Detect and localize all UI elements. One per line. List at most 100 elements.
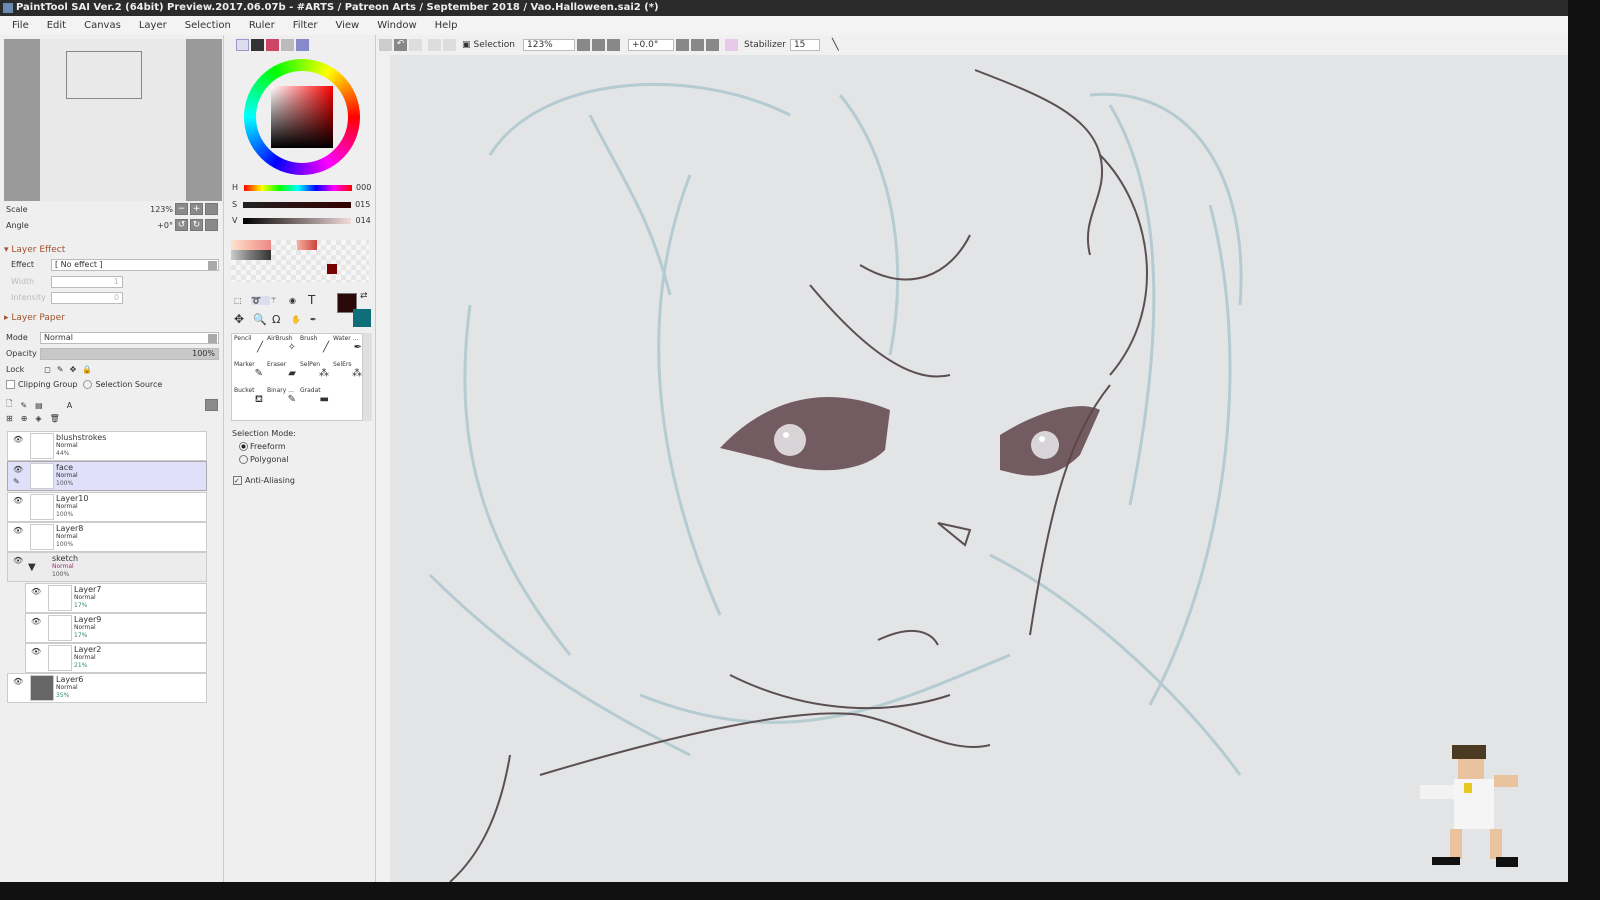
merge-down-icon[interactable]: ⊞ <box>6 414 13 423</box>
zoom-out-button[interactable]: − <box>175 203 188 215</box>
new-layer-set-icon[interactable]: ✎ <box>20 401 27 410</box>
saturation-value-square[interactable] <box>271 86 333 148</box>
tool-eraser[interactable]: Eraser ▰ <box>265 360 298 386</box>
selection-visibility-icon[interactable]: ▣ <box>462 40 471 50</box>
effect-select[interactable]: [ No effect ] <box>51 259 219 271</box>
angle-select[interactable]: +0.0° <box>628 38 674 51</box>
stabilizer-select[interactable]: 15 <box>789 38 820 51</box>
saturation-slider[interactable] <box>243 201 352 208</box>
intensity-field[interactable]: 0 <box>51 292 123 304</box>
layer-item[interactable]: 👁 Layer2 Normal 21% <box>25 643 207 673</box>
delete-layer-icon[interactable]: 🗑 <box>50 414 60 423</box>
tool-pencil[interactable]: Pencil ╱ <box>232 334 265 360</box>
eye-icon[interactable]: 👁 <box>31 647 41 656</box>
freeform-radio[interactable]: Freeform <box>239 442 286 451</box>
layer-item[interactable]: 👁 blushstrokes Normal 44% <box>7 431 207 461</box>
rect-select-icon[interactable]: ⬚ <box>234 296 251 305</box>
tool-gradat[interactable]: Gradat ▬ <box>298 386 331 412</box>
deselect-button[interactable] <box>428 38 441 51</box>
eye-icon[interactable]: 👁 <box>13 435 23 444</box>
tool-bucket[interactable]: Bucket ⛾ <box>232 386 265 412</box>
menu-canvas[interactable]: Canvas <box>84 20 121 31</box>
move-icon[interactable]: ✥ <box>234 312 253 326</box>
menu-file[interactable]: File <box>12 20 29 31</box>
menu-layer[interactable]: Layer <box>139 20 167 31</box>
layer-effect-header[interactable]: ▾ Layer Effect <box>4 245 65 255</box>
layer-item[interactable]: 👁 Layer8 Normal 100% <box>7 522 207 552</box>
hand-icon[interactable]: ✋ <box>291 315 310 324</box>
layer-settings-button[interactable] <box>205 399 218 411</box>
value-slider[interactable] <box>243 217 352 224</box>
rotate-reset-button[interactable] <box>205 219 218 231</box>
menu-filter[interactable]: Filter <box>293 20 318 31</box>
magic-wand-icon[interactable]: ⚚ <box>270 296 289 305</box>
straight-line-icon[interactable]: ╲ <box>832 38 839 51</box>
zoom-in-button[interactable]: + <box>190 203 203 215</box>
menu-edit[interactable]: Edit <box>47 20 66 31</box>
folder-toggle-icon[interactable]: ▼ <box>28 553 52 581</box>
lock-draw-icon[interactable]: ✎ <box>57 365 64 374</box>
redo-button[interactable] <box>409 38 422 51</box>
layer-item[interactable]: 👁 Layer10 Normal 100% <box>7 492 207 522</box>
undo-button[interactable]: ↶ <box>394 38 407 51</box>
swatch-palette[interactable] <box>231 240 369 282</box>
flip-horizontal-button[interactable] <box>725 38 738 51</box>
clipping-checkbox[interactable] <box>6 380 15 389</box>
rgb-slider-tab[interactable] <box>251 39 264 51</box>
menu-view[interactable]: View <box>335 20 359 31</box>
rotate-cw-toolbar-button[interactable] <box>691 38 704 51</box>
menu-window[interactable]: Window <box>377 20 416 31</box>
secondary-color-swatch[interactable] <box>353 309 371 327</box>
eye-icon[interactable]: 👁 <box>31 617 41 626</box>
scale-value[interactable]: 123% <box>28 205 173 214</box>
rotate-right-button[interactable]: ↻ <box>190 219 203 231</box>
tool-selers[interactable]: SelErs ⁂ <box>331 360 364 386</box>
hue-slider[interactable] <box>244 184 353 191</box>
eye-icon[interactable]: 👁 <box>13 496 23 505</box>
zoom-select[interactable]: 123% <box>523 38 575 51</box>
anti-aliasing-checkbox[interactable]: ✓ Anti-Aliasing <box>233 476 295 485</box>
tool-airbrush[interactable]: AirBrush ✧ <box>265 334 298 360</box>
lock-move-icon[interactable]: ✥ <box>70 365 77 374</box>
lock-all-icon[interactable]: 🔒 <box>82 365 92 374</box>
new-layer-icon[interactable]: 🗋 <box>6 398 12 412</box>
eyedropper-icon[interactable]: ✒ <box>310 315 329 324</box>
swatch-tab[interactable] <box>281 39 294 51</box>
toolbar-blank-button[interactable] <box>379 38 392 51</box>
swap-colors-icon[interactable]: ⇄ <box>360 291 368 301</box>
zoom-out-toolbar-button[interactable] <box>577 38 590 51</box>
lasso-icon[interactable]: ➰ <box>251 295 270 305</box>
layer-item[interactable]: 👁 Layer6 Normal 35% <box>7 673 207 703</box>
layer-item[interactable]: 👁 Layer7 Normal 17% <box>25 583 207 613</box>
scratchpad-tab[interactable] <box>296 39 309 51</box>
rotate-reset-toolbar-button[interactable] <box>706 38 719 51</box>
navigator-preview[interactable] <box>4 39 222 201</box>
saturation-value[interactable]: 015 <box>355 200 370 209</box>
navigator-viewport[interactable] <box>66 51 142 99</box>
eye-icon[interactable]: 👁 <box>31 587 41 596</box>
tool-binary[interactable]: Binary ... ✎ <box>265 386 298 412</box>
layer-item[interactable]: 👁 Layer9 Normal 17% <box>25 613 207 643</box>
polygonal-radio[interactable]: Polygonal <box>239 455 289 464</box>
zoom-reset-button[interactable] <box>205 203 218 215</box>
selection-source-checkbox[interactable] <box>83 380 93 389</box>
new-folder-icon[interactable]: ▤ <box>35 401 43 410</box>
tool-water[interactable]: Water ... ✒ <box>331 334 364 360</box>
opacity-slider[interactable]: 100% <box>40 348 219 360</box>
transfer-icon[interactable]: ⊕ <box>21 414 28 423</box>
width-field[interactable]: 1 <box>51 276 123 288</box>
clear-layer-icon[interactable]: ◈ <box>35 414 41 423</box>
zoom-reset-toolbar-button[interactable] <box>607 38 620 51</box>
color-wheel-tab[interactable] <box>236 39 249 51</box>
layer-item[interactable]: 👁 ▼ sketch Normal 100% <box>7 552 207 582</box>
value-value[interactable]: 014 <box>355 216 370 225</box>
selection-label[interactable]: Selection <box>474 40 515 50</box>
eye-icon[interactable]: 👁 <box>13 677 23 686</box>
zoom-in-toolbar-button[interactable] <box>592 38 605 51</box>
hsv-slider-tab[interactable] <box>266 39 279 51</box>
zoom-icon[interactable]: 🔍 <box>253 313 272 326</box>
eye-icon[interactable]: 👁 <box>13 526 23 535</box>
menu-selection[interactable]: Selection <box>185 20 231 31</box>
tool-selpen[interactable]: SelPen ⁂ <box>298 360 331 386</box>
hue-value[interactable]: 000 <box>356 183 371 192</box>
